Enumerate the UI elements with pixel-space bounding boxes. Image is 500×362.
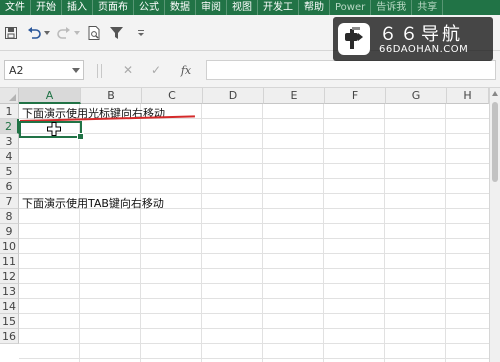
column-header-g[interactable]: G [386, 88, 447, 104]
column-header-c[interactable]: C [142, 88, 203, 104]
redo-icon[interactable] [56, 23, 72, 43]
row-header-15[interactable]: 15 [0, 314, 19, 329]
column-header-d[interactable]: D [203, 88, 264, 104]
share-button[interactable]: 共享 [412, 0, 444, 15]
scroll-up-icon[interactable] [492, 91, 498, 96]
row-header-9[interactable]: 9 [0, 224, 19, 239]
vertical-scrollbar[interactable] [489, 88, 500, 362]
print-preview-icon[interactable] [86, 23, 102, 43]
row-header-1[interactable]: 1 [0, 104, 19, 119]
row-header-2[interactable]: 2 [0, 119, 19, 134]
excel-window: 文件 开始 插入 页面布 公式 数据 审阅 视图 开发工 帮助 Power 告诉… [0, 0, 500, 362]
row-header-7[interactable]: 7 [0, 194, 19, 209]
column-header-h[interactable]: H [447, 88, 489, 104]
formula-input[interactable] [206, 60, 496, 80]
tab-power[interactable]: Power [330, 0, 372, 15]
tab-data[interactable]: 数据 [165, 0, 196, 15]
tab-help[interactable]: 帮助 [299, 0, 330, 15]
tab-developer[interactable]: 开发工 [258, 0, 299, 15]
cell-cursor-icon [47, 122, 61, 139]
ribbon-tabs: 文件 开始 插入 页面布 公式 数据 审阅 视图 开发工 帮助 Power 告诉… [0, 0, 500, 15]
tab-page-layout[interactable]: 页面布 [93, 0, 134, 15]
select-all-button[interactable] [0, 88, 19, 104]
row-header-4[interactable]: 4 [0, 149, 19, 164]
row-header-12[interactable]: 12 [0, 269, 19, 284]
row-header-6[interactable]: 6 [0, 179, 19, 194]
row-header-8[interactable]: 8 [0, 209, 19, 224]
tab-file[interactable]: 文件 [0, 0, 31, 15]
scroll-thumb[interactable] [492, 102, 498, 182]
row-header-5[interactable]: 5 [0, 164, 19, 179]
row-header-10[interactable]: 10 [0, 239, 19, 254]
column-header-f[interactable]: F [325, 88, 386, 104]
save-icon[interactable] [4, 23, 18, 43]
chevron-down-icon[interactable] [72, 64, 80, 77]
divider [101, 64, 102, 78]
confirm-entry-button[interactable]: ✓ [146, 60, 166, 80]
divider [97, 64, 98, 78]
name-box[interactable]: A2 [4, 60, 84, 80]
tell-me-search[interactable]: 告诉我 [371, 0, 413, 15]
column-header-e[interactable]: E [264, 88, 325, 104]
cell-grid[interactable] [19, 104, 489, 362]
undo-dropdown-icon[interactable] [43, 23, 51, 43]
tab-home[interactable]: 开始 [31, 0, 62, 15]
redo-dropdown-icon[interactable] [73, 23, 81, 43]
tab-view[interactable]: 视图 [227, 0, 258, 15]
watermark-subtitle: 66DAOHAN.COM [379, 44, 469, 55]
watermark-title: ６６导航 [379, 24, 463, 45]
tab-review[interactable]: 审阅 [196, 0, 227, 15]
cancel-entry-button[interactable]: ✕ [118, 60, 138, 80]
column-header-a[interactable]: A [19, 88, 81, 104]
filter-icon[interactable] [108, 23, 124, 43]
undo-icon[interactable] [26, 23, 42, 43]
row-header-3[interactable]: 3 [0, 134, 19, 149]
row-header-11[interactable]: 11 [0, 254, 19, 269]
customize-toolbar-icon[interactable] [136, 23, 146, 43]
watermark-logo-icon [338, 23, 370, 55]
tab-insert[interactable]: 插入 [62, 0, 93, 15]
column-header-b[interactable]: B [81, 88, 142, 104]
name-box-value: A2 [9, 63, 24, 77]
row-header-16[interactable]: 16 [0, 329, 19, 344]
row-header-13[interactable]: 13 [0, 284, 19, 299]
watermark: ６６导航 66DAOHAN.COM [333, 17, 493, 61]
insert-function-button[interactable]: fx [176, 60, 196, 80]
cell-a7[interactable]: 下面演示使用TAB键向右移动 [22, 195, 164, 211]
tab-formulas[interactable]: 公式 [134, 0, 165, 15]
row-header-14[interactable]: 14 [0, 299, 19, 314]
